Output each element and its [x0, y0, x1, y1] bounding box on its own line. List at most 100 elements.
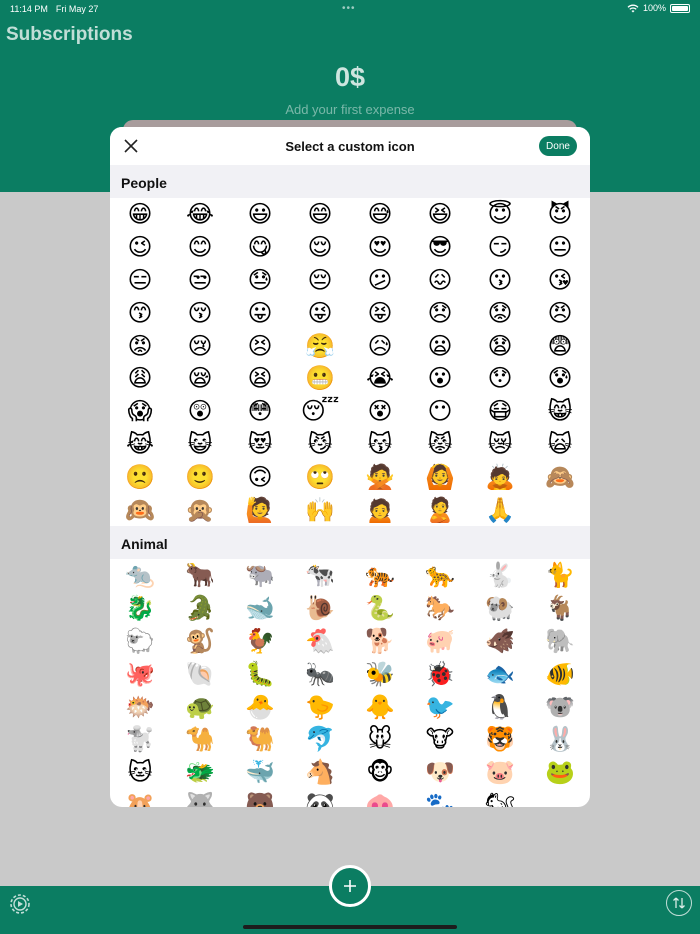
emoji-option[interactable]: 🐉: [110, 592, 170, 625]
emoji-option[interactable]: 🐐: [530, 592, 590, 625]
emoji-option[interactable]: 🐔: [290, 625, 350, 658]
emoji-option[interactable]: 🙁: [110, 460, 170, 493]
emoji-option[interactable]: 😦: [410, 329, 470, 362]
emoji-option[interactable]: 😻: [230, 428, 290, 461]
emoji-option[interactable]: 🐬: [290, 723, 350, 756]
emoji-option[interactable]: 🙅: [350, 460, 410, 493]
emoji-option[interactable]: 🙎: [410, 493, 470, 526]
emoji-option[interactable]: 🐧: [470, 690, 530, 723]
emoji-option[interactable]: 😈: [530, 198, 590, 231]
emoji-option[interactable]: 🐘: [530, 625, 590, 658]
emoji-option[interactable]: 🐵: [350, 756, 410, 789]
emoji-option[interactable]: 🐞: [410, 657, 470, 690]
emoji-option[interactable]: 🐾: [410, 789, 470, 807]
sort-button[interactable]: [666, 890, 692, 916]
emoji-option[interactable]: 🐟: [470, 657, 530, 690]
emoji-option[interactable]: 😁: [110, 198, 170, 231]
emoji-option[interactable]: 🐍: [350, 592, 410, 625]
emoji-option[interactable]: 😊: [170, 231, 230, 264]
emoji-option[interactable]: 😶: [410, 395, 470, 428]
emoji-option[interactable]: 😄: [290, 198, 350, 231]
emoji-option[interactable]: 🐨: [530, 690, 590, 723]
emoji-option[interactable]: 😡: [110, 329, 170, 362]
emoji-option[interactable]: 😷: [470, 395, 530, 428]
emoji-option[interactable]: 🐢: [170, 690, 230, 723]
emoji-option[interactable]: 🐗: [470, 625, 530, 658]
emoji-option[interactable]: 😝: [350, 296, 410, 329]
emoji-option[interactable]: 😢: [170, 329, 230, 362]
emoji-option[interactable]: 😵: [350, 395, 410, 428]
emoji-option[interactable]: 🐱: [110, 756, 170, 789]
emoji-option[interactable]: 😼: [290, 428, 350, 461]
emoji-option[interactable]: 🐂: [170, 559, 230, 592]
emoji-option[interactable]: 🐓: [230, 625, 290, 658]
emoji-option[interactable]: 😓: [230, 264, 290, 297]
emoji-option[interactable]: 🐛: [230, 657, 290, 690]
emoji-option[interactable]: 😾: [410, 428, 470, 461]
multitasking-dots-icon[interactable]: •••: [342, 3, 356, 14]
emoji-option[interactable]: 🐃: [230, 559, 290, 592]
emoji-option[interactable]: 😭: [350, 362, 410, 395]
emoji-option[interactable]: 😤: [290, 329, 350, 362]
emoji-option[interactable]: 🐋: [230, 592, 290, 625]
emoji-option[interactable]: 😣: [230, 329, 290, 362]
add-expense-button[interactable]: [329, 865, 371, 907]
emoji-option[interactable]: 🐣: [230, 690, 290, 723]
emoji-option[interactable]: 😞: [410, 296, 470, 329]
emoji-option[interactable]: 😰: [530, 362, 590, 395]
emoji-option[interactable]: 😍: [350, 231, 410, 264]
emoji-option[interactable]: 🐻: [230, 789, 290, 807]
emoji-option[interactable]: 😔: [290, 264, 350, 297]
emoji-option[interactable]: 🐠: [530, 657, 590, 690]
emoji-option[interactable]: 🙍: [350, 493, 410, 526]
emoji-option[interactable]: 😅: [350, 198, 410, 231]
emoji-option[interactable]: 🐕: [350, 625, 410, 658]
emoji-option[interactable]: 🐄: [290, 559, 350, 592]
emoji-option[interactable]: 😂: [170, 198, 230, 231]
emoji-option[interactable]: 🐳: [230, 756, 290, 789]
emoji-option[interactable]: 😽: [350, 428, 410, 461]
emoji-option[interactable]: 🐽: [350, 789, 410, 807]
emoji-option[interactable]: 🐒: [170, 625, 230, 658]
emoji-option[interactable]: 😲: [170, 395, 230, 428]
emoji-option[interactable]: 🐲: [170, 756, 230, 789]
emoji-option[interactable]: 🐼: [290, 789, 350, 807]
emoji-option[interactable]: 🙌: [290, 493, 350, 526]
emoji-option[interactable]: 😉: [110, 231, 170, 264]
emoji-option[interactable]: 🐡: [110, 690, 170, 723]
emoji-option[interactable]: 🙊: [170, 493, 230, 526]
emoji-option[interactable]: 😿: [470, 428, 530, 461]
emoji-option[interactable]: 🐚: [170, 657, 230, 690]
emoji-option[interactable]: 🐪: [170, 723, 230, 756]
emoji-option[interactable]: 🐰: [530, 723, 590, 756]
emoji-option[interactable]: 🐸: [530, 756, 590, 789]
emoji-option[interactable]: 😠: [530, 296, 590, 329]
emoji-option[interactable]: 😆: [410, 198, 470, 231]
emoji-option[interactable]: 😑: [110, 264, 170, 297]
emoji-option[interactable]: 🐫: [230, 723, 290, 756]
emoji-option[interactable]: 🐤: [290, 690, 350, 723]
emoji-option[interactable]: 🐌: [290, 592, 350, 625]
emoji-option[interactable]: 😴: [290, 395, 350, 428]
emoji-option[interactable]: 🐈: [530, 559, 590, 592]
emoji-option[interactable]: 🐜: [290, 657, 350, 690]
emoji-option[interactable]: 😋: [230, 231, 290, 264]
emoji-option[interactable]: 🐇: [470, 559, 530, 592]
emoji-option[interactable]: 🐯: [470, 723, 530, 756]
emoji-option[interactable]: 😖: [410, 264, 470, 297]
emoji-option[interactable]: 🐊: [170, 592, 230, 625]
emoji-option[interactable]: 😫: [230, 362, 290, 395]
emoji-option[interactable]: 🙀: [530, 428, 590, 461]
emoji-option[interactable]: 🐏: [470, 592, 530, 625]
emoji-option[interactable]: 🐶: [410, 756, 470, 789]
emoji-option[interactable]: 🐎: [410, 592, 470, 625]
emoji-option[interactable]: 🙃: [230, 460, 290, 493]
emoji-option[interactable]: 🐮: [410, 723, 470, 756]
home-indicator[interactable]: [243, 925, 457, 929]
emoji-option[interactable]: 😃: [230, 198, 290, 231]
emoji-option[interactable]: 😜: [290, 296, 350, 329]
emoji-option[interactable]: 😧: [470, 329, 530, 362]
emoji-option[interactable]: 😱: [110, 395, 170, 428]
emoji-option[interactable]: 😇: [470, 198, 530, 231]
done-button[interactable]: Done: [539, 136, 577, 156]
